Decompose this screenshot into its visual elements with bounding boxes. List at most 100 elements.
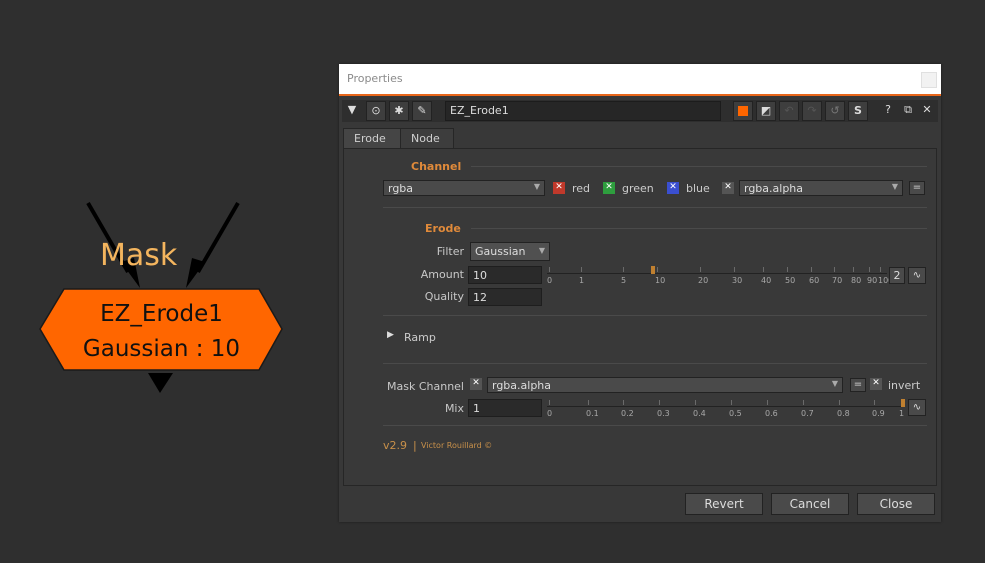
amount-tick-label: 40 — [761, 276, 772, 285]
revert-icon[interactable]: ↺ — [825, 101, 845, 121]
green-label: green — [622, 182, 654, 195]
mix-tick — [731, 400, 732, 405]
amount-slider-handle[interactable] — [651, 266, 655, 274]
blue-checkbox[interactable]: ✕ — [667, 182, 679, 194]
channel-eq-button[interactable]: = — [909, 181, 925, 195]
erode-section-title: Erode — [425, 222, 461, 235]
mix-tick-label: 0.4 — [693, 409, 706, 418]
blue-label: blue — [686, 182, 710, 195]
amount-tick — [581, 267, 582, 272]
ramp-group-label[interactable]: Ramp — [404, 331, 436, 344]
mask-eq-button[interactable]: = — [850, 378, 866, 392]
mask-channel-select[interactable]: rgba.alpha ▼ — [487, 377, 843, 393]
mask-input-label: Mask — [100, 238, 178, 273]
mix-tick-label: 0 — [547, 409, 553, 418]
amount-tick — [700, 267, 701, 272]
mix-tick — [588, 400, 589, 405]
collapse-icon[interactable]: ▼ — [342, 101, 362, 121]
amount-tick — [623, 267, 624, 272]
node-color-swatch[interactable] — [733, 101, 753, 121]
mask-channel-label: Mask Channel — [387, 380, 464, 393]
amount-slider[interactable]: 0 1 5 10 20 30 40 50 60 70 80 90 100 — [547, 265, 893, 285]
filter-select[interactable]: Gaussian ▼ — [470, 242, 550, 261]
version-label: v2.9 — [383, 439, 408, 452]
mix-tick — [874, 400, 875, 405]
window-titlebar[interactable]: Properties — [339, 64, 941, 96]
window-close-button[interactable] — [921, 72, 937, 88]
amount-tick — [811, 267, 812, 272]
mix-slider[interactable]: 0 0.1 0.2 0.3 0.4 0.5 0.6 0.7 0.8 0.9 1 — [547, 398, 905, 418]
mix-input[interactable]: 1 — [468, 399, 542, 417]
mix-tick-label: 1 — [899, 409, 905, 418]
green-checkbox[interactable]: ✕ — [603, 182, 615, 194]
viewer-icon[interactable]: ⊙ — [366, 101, 386, 121]
amount-tick-label: 30 — [732, 276, 743, 285]
animation-curve-icon[interactable]: ∿ — [908, 267, 926, 284]
node-title: EZ_Erode1 — [100, 301, 223, 327]
mix-label: Mix — [444, 402, 464, 415]
channel-select-value: rgba — [388, 182, 414, 195]
amount-tick-label: 20 — [698, 276, 709, 285]
float-icon[interactable]: ⧉ — [898, 101, 918, 121]
mix-tick — [803, 400, 804, 405]
redo-icon[interactable]: ↷ — [802, 101, 822, 121]
quality-input[interactable]: 12 — [468, 288, 542, 306]
mix-tick-label: 0.9 — [872, 409, 885, 418]
amount-tick — [549, 267, 550, 272]
node-name-input[interactable]: EZ_Erode1 — [445, 101, 721, 121]
quality-label: Quality — [424, 290, 464, 303]
amount-tick-label: 1 — [579, 276, 585, 285]
tab-erode[interactable]: Erode — [343, 128, 401, 149]
wrench-icon[interactable]: ✎ — [412, 101, 432, 121]
amount-tick — [853, 267, 854, 272]
credit-label: Victor Rouillard © — [421, 441, 493, 450]
version-separator: | — [413, 439, 417, 452]
bug-icon[interactable]: ✱ — [389, 101, 409, 121]
amount-multi-button[interactable]: 2 — [889, 267, 905, 284]
node-toolbar: ▼ ⊙ ✱ ✎ EZ_Erode1 ◩ ↶ ↷ ↺ S ? ⧉ ✕ — [342, 100, 938, 122]
tab-node[interactable]: Node — [400, 128, 454, 149]
undo-icon[interactable]: ↶ — [779, 101, 799, 121]
node-graph[interactable]: Mask EZ_Erode1 Gaussian : 10 — [0, 0, 330, 563]
amount-tick-label: 10 — [655, 276, 666, 285]
amount-tick-label: 50 — [785, 276, 796, 285]
chevron-down-icon: ▼ — [831, 379, 838, 388]
mix-tick — [839, 400, 840, 405]
chevron-down-icon: ▼ — [538, 246, 545, 255]
output-arrow — [148, 373, 173, 393]
mask-channel-checkbox[interactable]: ✕ — [470, 378, 482, 390]
amount-input[interactable]: 10 — [468, 266, 542, 284]
help-icon[interactable]: ? — [878, 101, 898, 121]
cancel-button[interactable]: Cancel — [771, 493, 849, 515]
alpha-channel-select[interactable]: rgba.alpha ▼ — [739, 180, 903, 196]
mix-tick-label: 0.1 — [586, 409, 599, 418]
amount-tick-label: 0 — [547, 276, 553, 285]
input-arrow-right — [186, 201, 240, 288]
amount-tick — [763, 267, 764, 272]
chevron-down-icon: ▼ — [891, 182, 898, 191]
close-button[interactable]: Close — [857, 493, 935, 515]
amount-tick-label: 5 — [621, 276, 627, 285]
channel-section-title: Channel — [411, 160, 462, 173]
node-subtitle: Gaussian : 10 — [82, 336, 241, 362]
alpha-checkbox[interactable]: ✕ — [722, 182, 734, 194]
gl-color-icon[interactable]: ◩ — [756, 101, 776, 121]
close-panel-icon[interactable]: ✕ — [917, 101, 937, 121]
expand-triangle-icon[interactable]: ▶ — [387, 330, 394, 340]
amount-tick — [657, 267, 658, 272]
revert-button[interactable]: Revert — [685, 493, 763, 515]
divider — [383, 207, 927, 208]
red-checkbox[interactable]: ✕ — [553, 182, 565, 194]
s-icon[interactable]: S — [848, 101, 868, 121]
divider — [383, 315, 927, 316]
invert-label: invert — [888, 379, 921, 392]
erode-tab-panel: Channel rgba ▼ ✕ red ✕ green ✕ blue ✕ rg… — [343, 148, 937, 486]
animation-curve-icon[interactable]: ∿ — [908, 399, 926, 416]
mask-channel-value: rgba.alpha — [492, 379, 552, 392]
amount-tick — [880, 267, 881, 272]
invert-checkbox[interactable]: ✕ — [870, 378, 882, 390]
channel-select[interactable]: rgba ▼ — [383, 180, 545, 196]
mix-tick-label: 0.8 — [837, 409, 850, 418]
chevron-down-icon: ▼ — [533, 182, 540, 191]
mix-slider-handle[interactable] — [901, 399, 905, 407]
